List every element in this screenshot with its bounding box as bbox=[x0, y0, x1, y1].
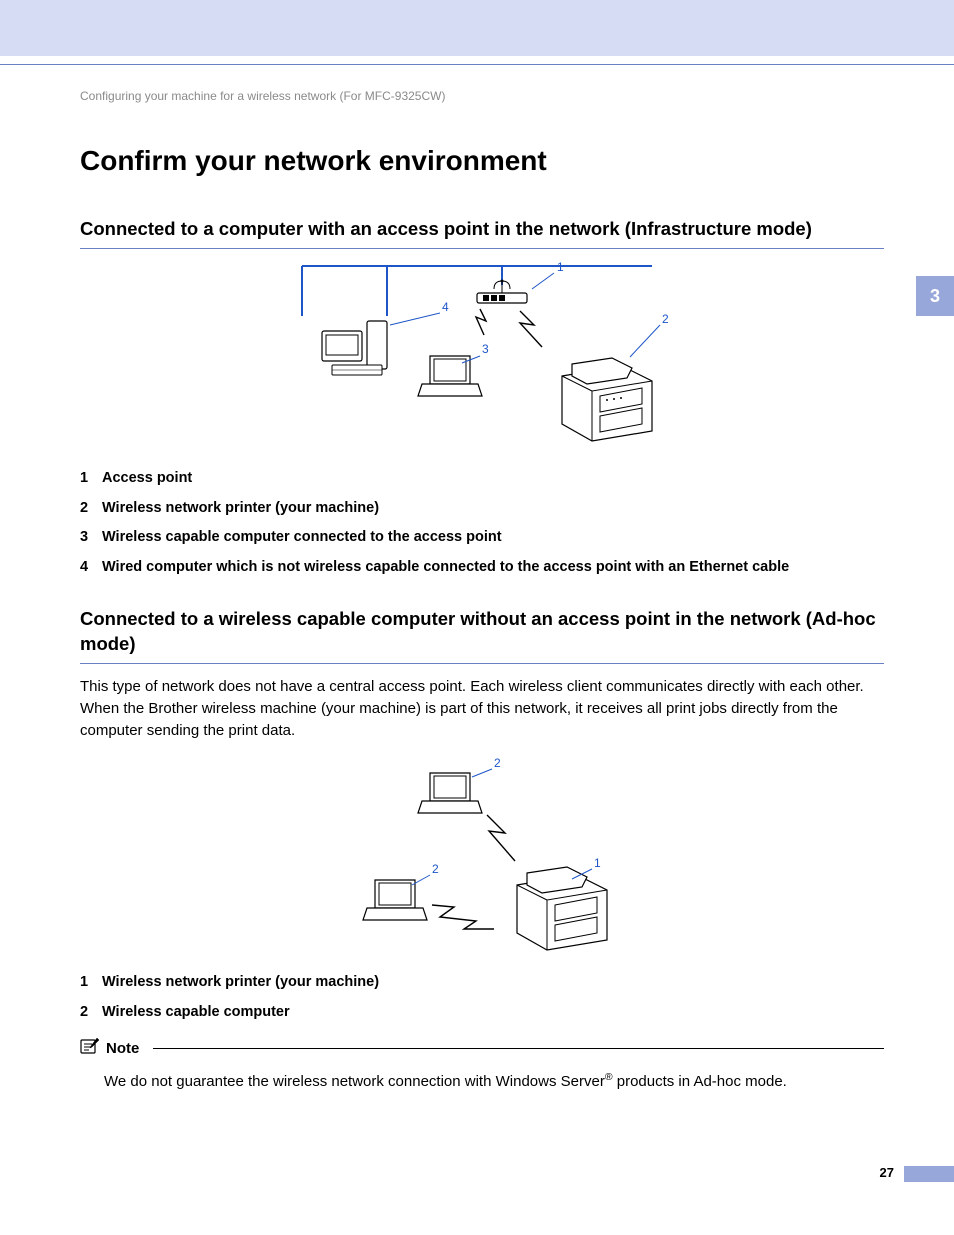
note-text-pre: We do not guarantee the wireless network… bbox=[104, 1073, 605, 1090]
legend-text: Wireless network printer (your machine) bbox=[102, 973, 379, 993]
legend-item: 3Wireless capable computer connected to … bbox=[80, 528, 884, 548]
legend-infrastructure: 1Access point 2Wireless network printer … bbox=[80, 469, 884, 577]
section-heading-infrastructure: Connected to a computer with an access p… bbox=[80, 217, 884, 249]
legend-num: 1 bbox=[80, 469, 102, 489]
diagram-label-2b: 2 bbox=[432, 862, 439, 876]
legend-item: 1Wireless network printer (your machine) bbox=[80, 973, 884, 993]
diagram-label-3: 3 bbox=[482, 342, 489, 356]
legend-num: 3 bbox=[80, 528, 102, 548]
note-pencil-icon bbox=[80, 1037, 100, 1060]
note-rule bbox=[153, 1048, 884, 1049]
registered-mark: ® bbox=[605, 1071, 613, 1083]
legend-text: Wireless capable computer connected to t… bbox=[102, 528, 502, 548]
diagram-infrastructure: 1 4 3 bbox=[80, 261, 884, 451]
page-number: 27 bbox=[880, 1165, 894, 1180]
legend-num: 1 bbox=[80, 973, 102, 993]
legend-text: Access point bbox=[102, 469, 192, 489]
legend-text: Wired computer which is not wireless cap… bbox=[102, 558, 789, 578]
chapter-tab: 3 bbox=[916, 276, 954, 316]
legend-num: 4 bbox=[80, 558, 102, 578]
note-block: Note We do not guarantee the wireless ne… bbox=[80, 1037, 884, 1094]
legend-num: 2 bbox=[80, 1003, 102, 1023]
page-number-band bbox=[904, 1166, 954, 1182]
legend-num: 2 bbox=[80, 499, 102, 519]
diagram-label-1: 1 bbox=[557, 261, 564, 274]
note-text-post: products in Ad-hoc mode. bbox=[613, 1073, 787, 1090]
breadcrumb: Configuring your machine for a wireless … bbox=[80, 89, 884, 103]
diagram-adhoc: 2 2 1 bbox=[80, 755, 884, 955]
diagram-label-1: 1 bbox=[594, 856, 601, 870]
legend-item: 4Wired computer which is not wireless ca… bbox=[80, 558, 884, 578]
page-title: Confirm your network environment bbox=[80, 145, 884, 177]
legend-adhoc: 1Wireless network printer (your machine)… bbox=[80, 973, 884, 1022]
note-label: Note bbox=[106, 1040, 139, 1057]
page-content: Configuring your machine for a wireless … bbox=[0, 65, 954, 1093]
diagram-label-4: 4 bbox=[442, 300, 449, 314]
diagram-label-2: 2 bbox=[662, 312, 669, 326]
legend-item: 2Wireless network printer (your machine) bbox=[80, 499, 884, 519]
section-heading-adhoc: Connected to a wireless capable computer… bbox=[80, 607, 884, 664]
legend-text: Wireless capable computer bbox=[102, 1003, 290, 1023]
note-text: We do not guarantee the wireless network… bbox=[104, 1070, 884, 1094]
legend-text: Wireless network printer (your machine) bbox=[102, 499, 379, 519]
top-band bbox=[0, 0, 954, 56]
legend-item: 1Access point bbox=[80, 469, 884, 489]
diagram-label-2a: 2 bbox=[494, 756, 501, 770]
adhoc-paragraph: This type of network does not have a cen… bbox=[80, 676, 884, 741]
note-header: Note bbox=[80, 1037, 884, 1060]
legend-item: 2Wireless capable computer bbox=[80, 1003, 884, 1023]
